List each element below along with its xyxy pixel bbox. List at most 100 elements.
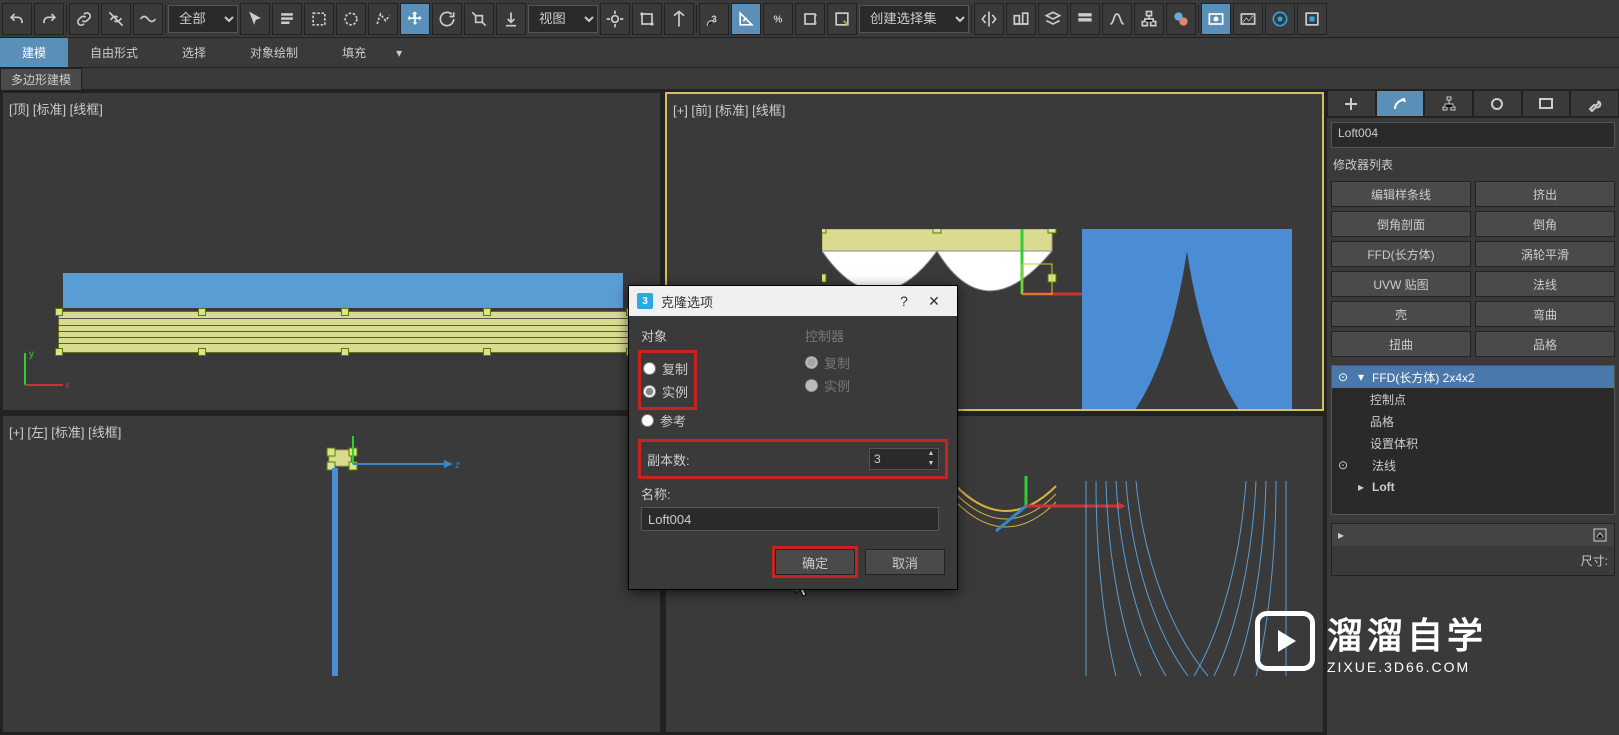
move-button[interactable] <box>400 3 430 35</box>
radio-reference[interactable]: 参考 <box>641 411 781 430</box>
named-selection-combo[interactable]: 创建选择集 <box>859 5 969 33</box>
clone-name-input[interactable] <box>641 507 939 531</box>
main-toolbar: 全部 视图 3 % 创建选择集 <box>0 0 1619 38</box>
hierarchy-tab[interactable] <box>1424 90 1473 117</box>
scale-button[interactable] <box>464 3 494 35</box>
rollout-ffd-params: ▸ 尺寸: <box>1331 523 1615 576</box>
dialog-titlebar[interactable]: 3 克隆选项 ? ✕ <box>629 286 957 316</box>
ribbon-expand-button[interactable]: ▾ <box>388 40 410 66</box>
stack-sub-setvolume[interactable]: 设置体积 <box>1332 432 1614 454</box>
stack-item-ffd[interactable]: ⊙ ▾ FFD(长方体) 2x4x2 <box>1332 366 1614 388</box>
material-editor-button[interactable] <box>1166 3 1196 35</box>
ok-button[interactable]: 确定 <box>775 549 855 575</box>
mod-btn-shell[interactable]: 壳 <box>1331 301 1471 327</box>
object-group: 对象 复制 实例 参考 <box>641 326 781 434</box>
svg-text:%: % <box>774 14 783 25</box>
mod-btn-lattice[interactable]: 品格 <box>1475 331 1615 357</box>
visibility-icon[interactable]: ⊙ <box>1336 458 1350 472</box>
use-center-button[interactable] <box>600 3 630 35</box>
align-button[interactable] <box>1006 3 1036 35</box>
copies-spinner[interactable]: ▲▼ <box>869 448 939 470</box>
expand-icon[interactable]: ▾ <box>1354 370 1368 384</box>
mod-btn-bend[interactable]: 弯曲 <box>1475 301 1615 327</box>
layer-explorer-button[interactable] <box>1038 3 1068 35</box>
menu-objpaint[interactable]: 对象绘制 <box>228 38 320 67</box>
unlink-button[interactable] <box>101 3 131 35</box>
modifier-stack[interactable]: ⊙ ▾ FFD(长方体) 2x4x2 控制点 品格 设置体积 ⊙ ▸ 法线 ⊙ … <box>1331 365 1615 515</box>
mod-btn-extrude[interactable]: 挤出 <box>1475 181 1615 207</box>
cancel-button[interactable]: 取消 <box>865 549 945 575</box>
mod-btn-uvwmap[interactable]: UVW 贴图 <box>1331 271 1471 297</box>
display-tab[interactable] <box>1522 90 1571 117</box>
stack-sub-controlpoints[interactable]: 控制点 <box>1332 388 1614 410</box>
angle-snap-button[interactable] <box>731 3 761 35</box>
placement-button[interactable] <box>496 3 526 35</box>
redo-button[interactable] <box>34 3 64 35</box>
stack-sub-lattice[interactable]: 品格 <box>1332 410 1614 432</box>
controller-group: 控制器 复制 实例 <box>805 326 945 434</box>
mirror-button[interactable] <box>974 3 1004 35</box>
radio-copy[interactable]: 复制 <box>643 359 688 378</box>
edit-named-sel-button[interactable] <box>827 3 857 35</box>
snap-3d-button[interactable]: 3 <box>699 3 729 35</box>
select-by-name-button[interactable] <box>272 3 302 35</box>
curve-editor-button[interactable] <box>1102 3 1132 35</box>
rect-region-button[interactable] <box>304 3 334 35</box>
toggle-ribbon-button[interactable] <box>1070 3 1100 35</box>
render-online-button[interactable] <box>1297 3 1327 35</box>
rotate-button[interactable] <box>432 3 462 35</box>
percent-snap-button[interactable]: % <box>763 3 793 35</box>
utilities-tab[interactable] <box>1570 90 1619 117</box>
stack-item-normal[interactable]: ⊙ ▸ 法线 <box>1332 454 1614 476</box>
rendered-frame-button[interactable] <box>1233 3 1263 35</box>
object-name-field[interactable]: Loft004 <box>1331 122 1615 148</box>
expand-icon[interactable]: ▸ <box>1354 480 1368 494</box>
radio-instance[interactable]: 实例 <box>643 382 688 401</box>
mod-btn-turbosmooth[interactable]: 涡轮平滑 <box>1475 241 1615 267</box>
ref-coord-combo[interactable]: 视图 <box>528 5 598 33</box>
svg-text:x: x <box>65 380 70 391</box>
render-production-button[interactable] <box>1265 3 1295 35</box>
fence-region-button[interactable] <box>368 3 398 35</box>
spinner-down-icon[interactable]: ▼ <box>924 459 938 469</box>
mod-btn-bevel[interactable]: 倒角 <box>1475 211 1615 237</box>
rollout-config-icon[interactable] <box>1592 527 1608 543</box>
controller-group-label: 控制器 <box>805 326 945 345</box>
mod-btn-bevelprof[interactable]: 倒角剖面 <box>1331 211 1471 237</box>
modify-tab[interactable] <box>1376 90 1425 117</box>
spinner-up-icon[interactable]: ▲ <box>924 449 938 459</box>
mod-btn-editspline[interactable]: 编辑样条线 <box>1331 181 1471 207</box>
subtab-polygon-modeling[interactable]: 多边形建模 <box>0 68 82 91</box>
menu-fill[interactable]: 填充 <box>320 38 388 67</box>
menu-freeform[interactable]: 自由形式 <box>68 38 160 67</box>
schematic-view-button[interactable] <box>1134 3 1164 35</box>
mod-btn-twist[interactable]: 扭曲 <box>1331 331 1471 357</box>
motion-tab[interactable] <box>1473 90 1522 117</box>
mod-btn-normal[interactable]: 法线 <box>1475 271 1615 297</box>
circle-region-button[interactable] <box>336 3 366 35</box>
visibility-icon[interactable]: ⊙ <box>1336 370 1350 384</box>
keyboard-shortcut-button[interactable] <box>664 3 694 35</box>
select-object-button[interactable] <box>240 3 270 35</box>
rollout-pin-icon[interactable]: ▸ <box>1338 528 1344 542</box>
copies-input[interactable] <box>870 452 924 466</box>
dialog-close-button[interactable]: ✕ <box>919 293 949 310</box>
link-button[interactable] <box>69 3 99 35</box>
selection-filter-combo[interactable]: 全部 <box>168 5 238 33</box>
render-setup-button[interactable] <box>1201 3 1231 35</box>
undo-button[interactable] <box>2 3 32 35</box>
dim-label: 尺寸: <box>1581 554 1608 568</box>
viewport-left[interactable]: [+] [左] [标准] [线框] z <box>2 415 661 734</box>
mod-btn-ffdbox[interactable]: FFD(长方体) <box>1331 241 1471 267</box>
rollout-header[interactable]: ▸ <box>1332 524 1614 546</box>
stack-item-loft[interactable]: ⊙ ▸ Loft <box>1332 476 1614 498</box>
spinner-snap-button[interactable] <box>795 3 825 35</box>
object-group-label: 对象 <box>641 326 781 345</box>
dialog-help-button[interactable]: ? <box>889 293 919 309</box>
viewport-top[interactable]: [顶] [标准] [线框] y <box>2 92 661 411</box>
bind-spacewarp-button[interactable] <box>133 3 163 35</box>
menu-selection[interactable]: 选择 <box>160 38 228 67</box>
select-manipulate-button[interactable] <box>632 3 662 35</box>
create-tab[interactable] <box>1327 90 1376 117</box>
menu-modeling[interactable]: 建模 <box>0 38 68 67</box>
